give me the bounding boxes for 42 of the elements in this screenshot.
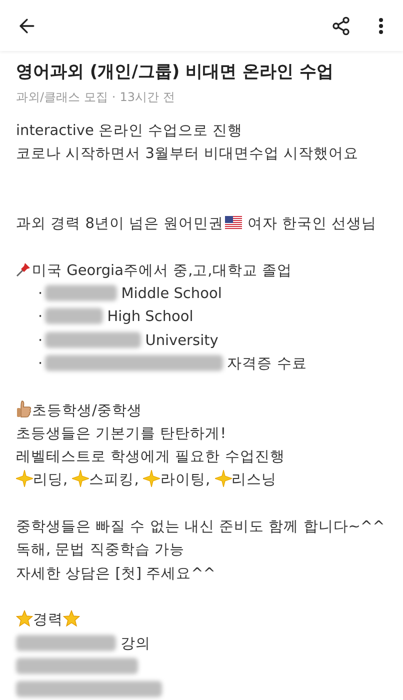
body-text: 미국 Georgia주에서 중,고,대학교 졸업 <box>32 262 292 279</box>
share-icon <box>331 16 351 36</box>
star-icon <box>16 610 33 628</box>
pin-icon <box>16 260 32 277</box>
body-text: interactive 온라인 수업으로 진행 <box>16 123 243 139</box>
body-text: 자세한 상담은 [첫] 주세요^^ <box>16 566 216 582</box>
post-time: 13시간 전 <box>120 89 175 106</box>
sparkle-icon <box>143 470 160 488</box>
bullet-mark: · <box>38 356 43 372</box>
thumbs-up-icon <box>16 400 32 418</box>
body-text: 리딩, <box>33 472 69 488</box>
body-text: 여자 한국인 선생님 <box>246 216 376 232</box>
bullet-mark: · <box>38 309 43 326</box>
flag-icon <box>224 216 242 230</box>
body-text: 중학생들은 빠질 수 없는 내신 준비도 함께 합니다~^^ <box>16 519 385 536</box>
body-text: 레벨테스트로 학생에게 필요한 수업진행 <box>16 449 285 466</box>
bullet-mark: · <box>38 286 43 302</box>
blurred-text <box>44 308 103 324</box>
sparkle-icon <box>214 470 232 488</box>
body-text: 경력 <box>33 612 63 628</box>
more-icon <box>379 18 383 34</box>
body-text: University <box>144 332 218 349</box>
post-title: 영어과외 (개인/그룹) 비대면 온라인 수업 <box>16 61 334 84</box>
body-text: 코로나 시작하면서 3월부터 비대면수업 시작했어요 <box>16 146 359 162</box>
meta-separator: · <box>112 89 116 106</box>
body-text: Middle School <box>120 286 222 302</box>
body-text: 초등생들은 기본기를 탄탄하게! <box>16 426 226 442</box>
body-text: 자격증 수료 <box>226 356 307 372</box>
share-button[interactable] <box>331 16 351 36</box>
body-text: 강의 <box>120 636 151 652</box>
bullet-mark: · <box>38 332 43 349</box>
body-text: 리스닝 <box>232 472 277 488</box>
sparkle-icon <box>16 470 33 488</box>
body-text: 과외 경력 8년이 넘은 원어민권 <box>16 216 224 232</box>
body-text: 독해, 문법 직중학습 가능 <box>16 542 184 558</box>
category-link[interactable]: 과외/클래스 모집 <box>16 88 108 106</box>
body-text: High School <box>106 309 194 326</box>
body-text: 라이팅, <box>160 472 212 488</box>
star-icon <box>63 610 80 628</box>
sparkle-icon <box>72 470 90 488</box>
body-text: 초등학생/중학생 <box>32 402 142 419</box>
body-text: 스피킹, <box>89 472 140 488</box>
